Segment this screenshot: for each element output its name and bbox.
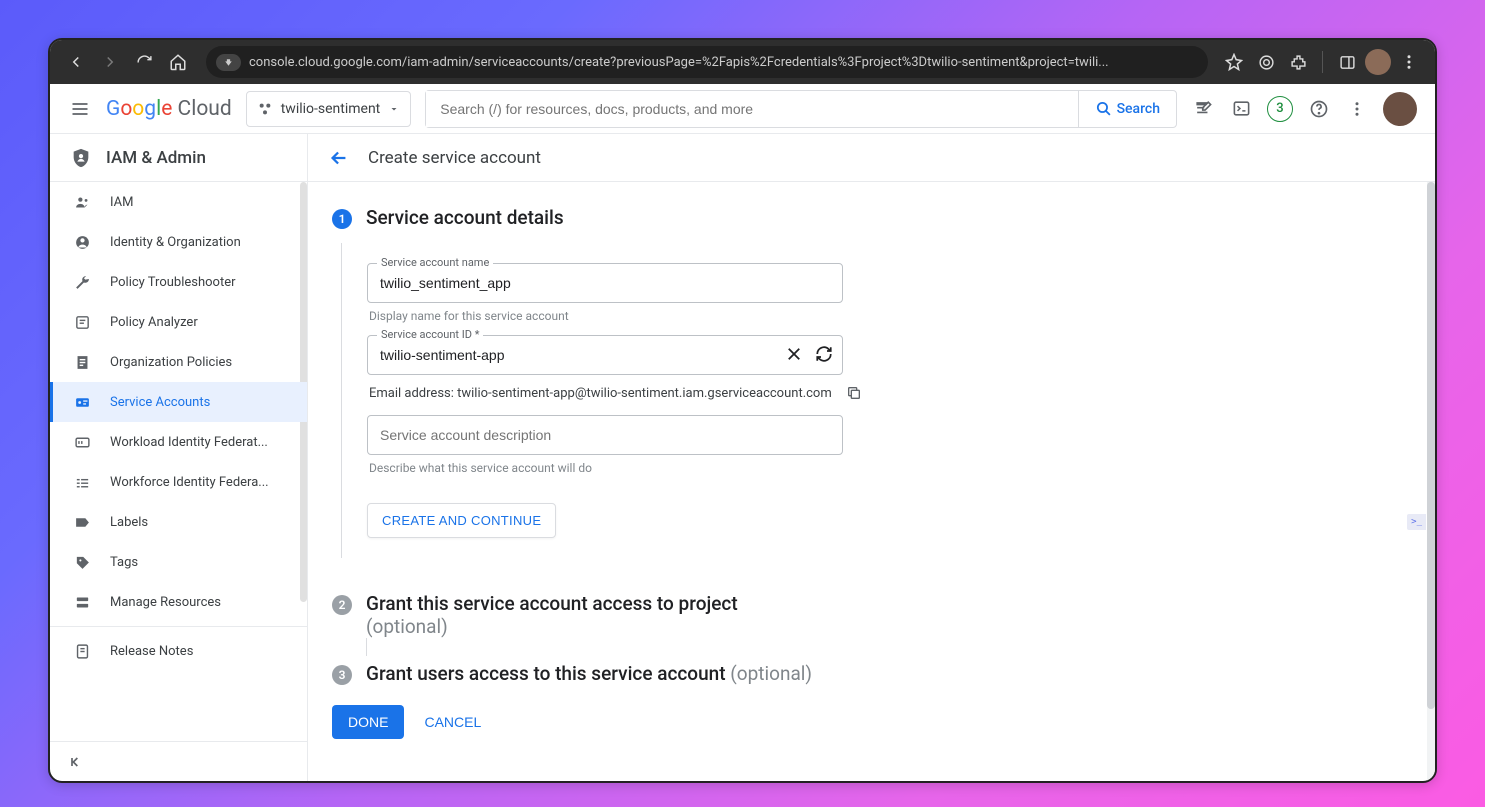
notes-icon	[72, 643, 92, 660]
collapse-icon	[68, 754, 84, 770]
label-icon	[72, 514, 92, 531]
sidebar-item-workforce-identity[interactable]: Workforce Identity Federa...	[50, 462, 307, 502]
sidebar-collapse[interactable]	[50, 741, 307, 781]
sa-id-label: Service account ID *	[377, 328, 483, 341]
tag-icon	[72, 554, 92, 571]
refresh-icon[interactable]	[130, 48, 158, 76]
sidebar-item-service-accounts[interactable]: Service Accounts	[50, 382, 307, 422]
notification-badge[interactable]: 3	[1267, 96, 1293, 122]
article-icon	[72, 354, 92, 371]
search-input[interactable]	[426, 91, 1077, 127]
sidebar: IAM & Admin IAM Identity & Organization …	[50, 134, 308, 781]
account-avatar[interactable]	[1383, 92, 1417, 126]
forward-icon[interactable]	[96, 48, 124, 76]
help-icon[interactable]	[1307, 97, 1331, 121]
sidebar-item-policy-analyzer[interactable]: Policy Analyzer	[50, 302, 307, 342]
sidebar-item-workload-identity[interactable]: Workload Identity Federat...	[50, 422, 307, 462]
google-cloud-logo[interactable]: Google Cloud	[106, 97, 232, 121]
lens-icon[interactable]	[1252, 48, 1280, 76]
page-title: Create service account	[368, 148, 541, 168]
sidebar-item-manage-resources[interactable]: Manage Resources	[50, 582, 307, 622]
sidebar-item-iam[interactable]: IAM	[50, 182, 307, 222]
pen-icon[interactable]	[1191, 97, 1215, 121]
shield-icon	[70, 147, 92, 169]
home-icon[interactable]	[164, 48, 192, 76]
sidebar-title: IAM & Admin	[106, 148, 206, 168]
cloud-shell-icon[interactable]	[1229, 97, 1253, 121]
back-button[interactable]	[328, 147, 350, 169]
create-and-continue-button[interactable]: CREATE AND CONTINUE	[367, 503, 556, 538]
sidebar-item-labels[interactable]: Labels	[50, 502, 307, 542]
main-content: Create service account 1 Service account…	[308, 134, 1435, 781]
browser-toolbar: console.cloud.google.com/iam-admin/servi…	[50, 40, 1435, 84]
step-2-number: 2	[332, 595, 352, 615]
content-scrollbar[interactable]	[1427, 182, 1435, 781]
url-text: console.cloud.google.com/iam-admin/servi…	[249, 55, 1109, 70]
step-3-number: 3	[332, 665, 352, 685]
cloud-header: Google Cloud twilio-sentiment Search 3	[50, 84, 1435, 134]
sidebar-title-row: IAM & Admin	[50, 134, 307, 182]
project-name: twilio-sentiment	[281, 101, 381, 117]
workforce-icon	[72, 474, 92, 491]
account-icon	[72, 234, 92, 251]
sa-name-hint: Display name for this service account	[369, 309, 1435, 323]
analyzer-icon	[72, 314, 92, 331]
sa-name-input[interactable]	[367, 263, 843, 303]
site-info-icon[interactable]	[216, 54, 241, 71]
copy-icon[interactable]	[846, 385, 862, 401]
search-bar: Search	[425, 90, 1177, 128]
sidebar-item-tags[interactable]: Tags	[50, 542, 307, 582]
sa-description-hint: Describe what this service account will …	[369, 461, 1435, 475]
sa-id-input[interactable]	[367, 335, 843, 375]
sa-name-label: Service account name	[377, 256, 493, 269]
main-header: Create service account	[308, 134, 1435, 182]
address-bar[interactable]: console.cloud.google.com/iam-admin/servi…	[206, 46, 1208, 78]
manage-icon	[72, 594, 92, 611]
step-1-number: 1	[332, 209, 352, 229]
step-2-title: Grant this service account access to pro…	[366, 592, 738, 638]
browser-menu-icon[interactable]	[1395, 48, 1423, 76]
sa-email-label: Email address: twilio-sentiment-app@twil…	[369, 386, 832, 401]
chevron-down-icon	[388, 103, 400, 115]
service-account-icon	[72, 394, 92, 411]
back-icon[interactable]	[62, 48, 90, 76]
sa-description-input[interactable]	[367, 415, 843, 455]
step-3-title: Grant users access to this service accou…	[366, 662, 812, 685]
regenerate-icon[interactable]	[815, 345, 833, 363]
sidebar-item-release-notes[interactable]: Release Notes	[50, 631, 307, 671]
sidebar-item-org-policies[interactable]: Organization Policies	[50, 342, 307, 382]
sidebar-item-identity[interactable]: Identity & Organization	[50, 222, 307, 262]
sidebar-item-policy-troubleshooter[interactable]: Policy Troubleshooter	[50, 262, 307, 302]
extensions-icon[interactable]	[1284, 48, 1312, 76]
search-button[interactable]: Search	[1078, 91, 1176, 127]
people-icon	[72, 194, 92, 211]
wrench-icon	[72, 274, 92, 291]
workload-icon	[72, 434, 92, 451]
project-picker[interactable]: twilio-sentiment	[246, 91, 412, 127]
done-button[interactable]: DONE	[332, 705, 404, 739]
clear-icon[interactable]	[785, 345, 803, 363]
sidepanel-icon[interactable]	[1333, 48, 1361, 76]
search-icon	[1095, 100, 1112, 117]
more-icon[interactable]	[1345, 97, 1369, 121]
bookmark-icon[interactable]	[1220, 48, 1248, 76]
cloud-shell-toggle[interactable]: >_	[1407, 514, 1426, 530]
menu-icon[interactable]	[68, 97, 92, 121]
browser-profile-avatar[interactable]	[1365, 49, 1391, 75]
step-1-title: Service account details	[366, 206, 564, 229]
cancel-button[interactable]: CANCEL	[424, 714, 481, 730]
